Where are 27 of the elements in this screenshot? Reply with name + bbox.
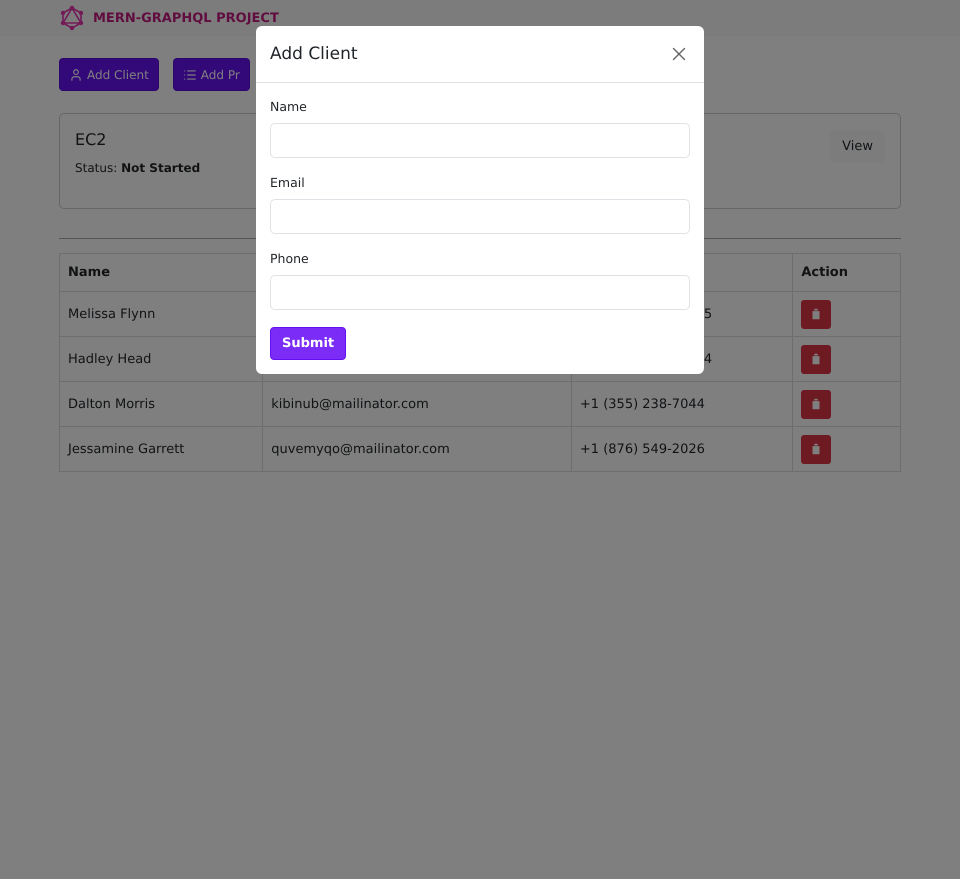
delete-button[interactable] (801, 434, 832, 464)
modal-title: Add Client (270, 44, 358, 64)
table-cell: +1 (355) 238-7044 (571, 382, 793, 426)
input-field[interactable] (270, 275, 690, 310)
submit-button[interactable]: Submit (270, 327, 346, 360)
table-cell: Dalton Morris (60, 382, 263, 426)
table-cell: kibinub@mailinator.com (262, 382, 572, 426)
table-cell: Jessamine Garrett (60, 426, 263, 472)
user-icon (69, 68, 83, 82)
delete-button[interactable] (801, 344, 832, 374)
field-label: Email (270, 175, 306, 190)
input-field[interactable] (270, 123, 690, 158)
graphql-logo-icon (59, 5, 85, 31)
project-title: EC2 (75, 130, 108, 149)
table-cell: quvemyqo@mailinator.com (262, 426, 572, 472)
column-header: Action (792, 254, 900, 292)
delete-button[interactable] (801, 390, 832, 418)
project-status: Status: Not Started (75, 161, 200, 175)
field-label: Phone (270, 251, 310, 266)
brand-title[interactable]: MERN-GRAPHQL PROJECT (93, 10, 279, 26)
action-button[interactable]: Add Client (59, 58, 159, 91)
delete-button[interactable] (801, 300, 832, 328)
input-field[interactable] (270, 199, 690, 234)
list-icon (182, 68, 197, 82)
action-button[interactable]: Add Pr (172, 58, 250, 91)
field-label: Name (270, 99, 308, 114)
table-cell: +1 (876) 549-2026 (571, 426, 793, 472)
